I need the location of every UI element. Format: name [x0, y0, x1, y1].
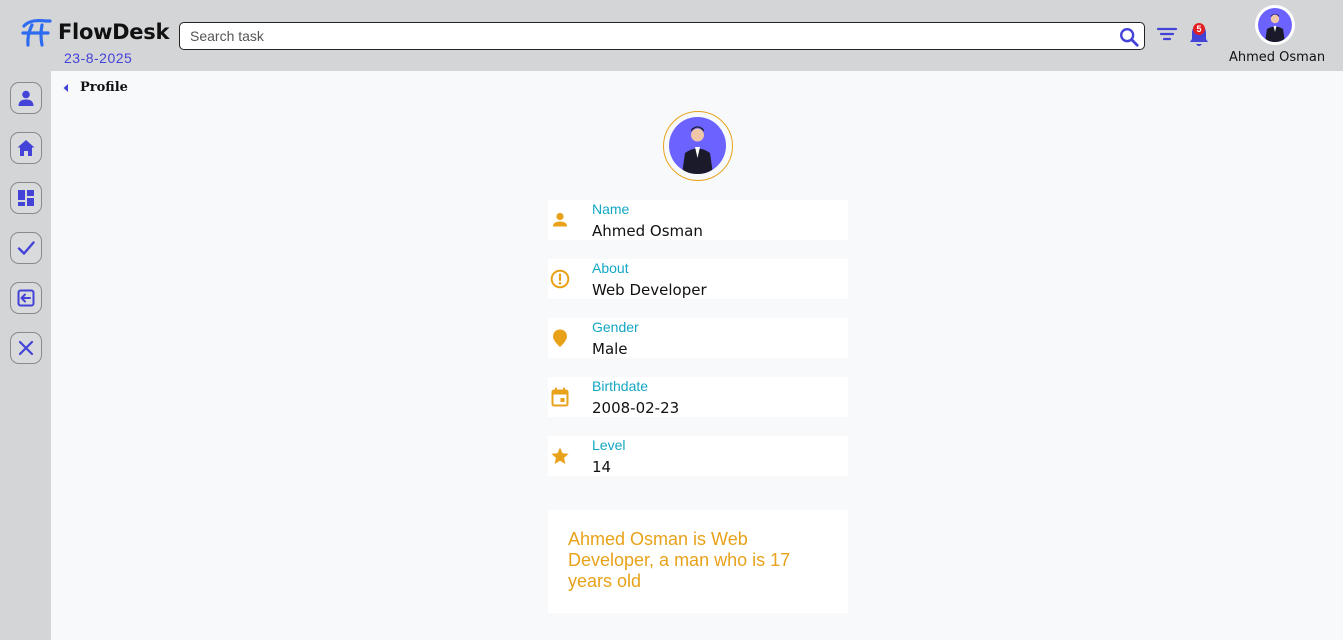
brand[interactable]: FlowDesk: [20, 17, 169, 47]
caret-left-icon: [63, 83, 68, 92]
profile-bio-card: Ahmed Osman is Web Developer, a man who …: [548, 510, 848, 613]
field-label: Birthdate: [592, 378, 649, 394]
info-icon: [550, 269, 570, 289]
calendar-icon: [551, 387, 569, 407]
field-label: Gender: [592, 319, 639, 335]
check-icon: [17, 241, 35, 255]
page-title: Profile: [80, 80, 128, 95]
sidebar-item-close[interactable]: [10, 332, 42, 364]
home-icon: [17, 140, 35, 156]
location-pin-icon: [553, 329, 567, 347]
close-icon: [18, 340, 34, 356]
field-label: Name: [592, 201, 630, 217]
profile-field-gender: Gender Male: [548, 318, 848, 358]
sidebar: [0, 71, 51, 640]
profile-field-birthdate: Birthdate 2008-02-23: [548, 377, 848, 417]
profile-field-level: Level 14: [548, 436, 848, 476]
breadcrumb[interactable]: Profile: [62, 80, 128, 95]
star-icon: [551, 447, 569, 464]
filter-icon[interactable]: [1156, 24, 1178, 44]
person-icon: [553, 212, 567, 227]
person-avatar-icon: [682, 126, 713, 174]
person-avatar-icon: [1265, 13, 1285, 42]
flowdesk-logo-icon: [21, 18, 52, 47]
user-icon: [18, 90, 34, 106]
sidebar-item-profile[interactable]: [10, 82, 42, 114]
sidebar-item-home[interactable]: [10, 132, 42, 164]
profile-field-about: About Web Developer: [548, 259, 848, 299]
field-value: Web Developer: [592, 281, 707, 299]
field-value: 14: [592, 458, 612, 476]
top-bar: FlowDesk 23-8-2025 5 Ahmed Osman: [0, 0, 1343, 71]
profile-field-name: Name Ahmed Osman: [548, 200, 848, 240]
field-value: 2008-02-23: [592, 399, 680, 417]
search-bar: [179, 22, 1145, 50]
field-value: Male: [592, 340, 628, 358]
current-date: 23-8-2025: [64, 50, 133, 66]
user-name: Ahmed Osman: [1229, 50, 1326, 65]
sidebar-item-tasks[interactable]: [10, 232, 42, 264]
field-label: About: [592, 260, 629, 276]
search-input[interactable]: [190, 26, 1110, 46]
sidebar-item-logout[interactable]: [10, 282, 42, 314]
field-label: Level: [592, 437, 626, 453]
profile-avatar: [663, 111, 733, 181]
sidebar-item-dashboard[interactable]: [10, 182, 42, 214]
brand-name: FlowDesk: [58, 20, 170, 44]
user-avatar[interactable]: [1255, 5, 1295, 45]
notification-count-badge: 5: [1193, 23, 1205, 35]
dashboard-icon: [18, 190, 34, 206]
profile-bio-text: Ahmed Osman is Web Developer, a man who …: [568, 529, 791, 591]
logout-icon: [17, 289, 35, 307]
field-value: Ahmed Osman: [592, 222, 703, 240]
search-icon[interactable]: [1118, 26, 1140, 48]
